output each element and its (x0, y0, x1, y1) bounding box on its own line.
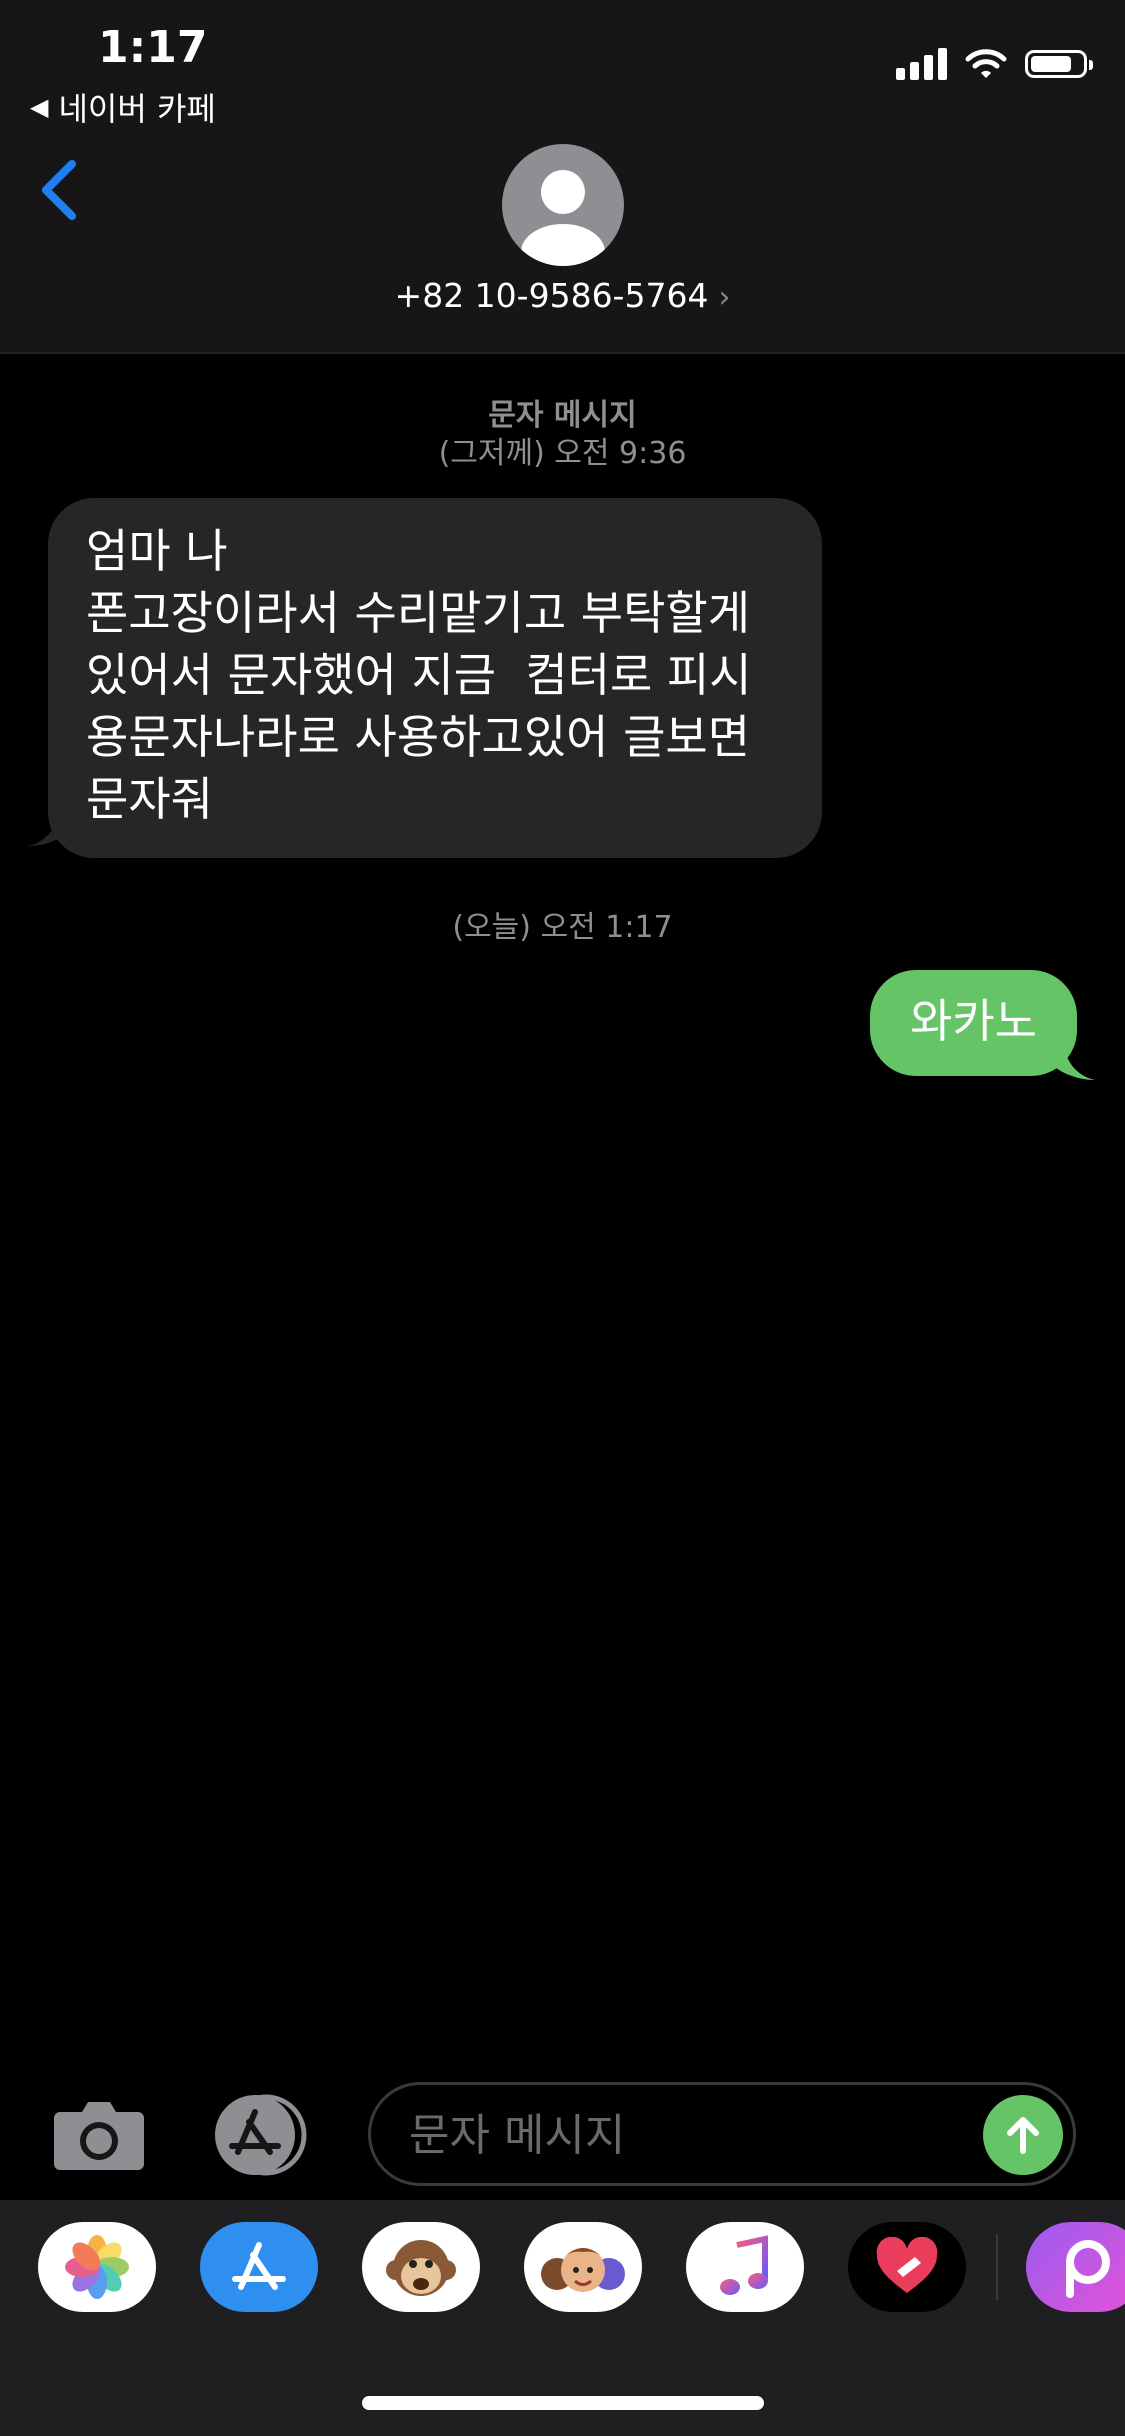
picsart-icon[interactable] (1026, 2222, 1125, 2312)
back-to-app-link[interactable]: ◀ 네이버 카페 (30, 84, 216, 130)
app-store-drawer-button[interactable] (208, 2094, 318, 2176)
contact-name-button[interactable]: +82 10-9586-5764 › (0, 276, 1125, 315)
music-icon[interactable] (686, 2222, 804, 2312)
back-chevron-icon[interactable] (30, 150, 90, 230)
messages-screen: 1:17 ◀ 네이버 카페 +82 10-9586-5764 › 문자 메시지 … (0, 0, 1125, 2436)
contact-avatar[interactable] (502, 144, 624, 266)
camera-icon[interactable] (52, 2098, 146, 2172)
status-time: 1:17 (98, 22, 208, 73)
timestamp-2: (오늘) 오전 1:17 (452, 910, 673, 945)
digital-touch-icon[interactable] (848, 2222, 966, 2312)
animoji-icon[interactable] (362, 2222, 480, 2312)
chevron-right-icon: › (718, 280, 731, 315)
conversation-header: 1:17 ◀ 네이버 카페 +82 10-9586-5764 › (0, 0, 1125, 354)
battery-icon (1025, 50, 1093, 78)
incoming-message-bubble[interactable]: 엄마 나 폰고장이라서 수리맡기고 부탁할게 있어서 문자했어 지금 컴터로 피… (48, 498, 822, 858)
back-triangle-icon: ◀ (30, 93, 49, 121)
cellular-signal-icon (896, 48, 947, 80)
arrow-up-icon (1007, 2117, 1039, 2154)
send-button[interactable] (983, 2095, 1063, 2175)
outgoing-message-bubble[interactable]: 와카노 (870, 970, 1077, 1076)
home-indicator[interactable] (362, 2396, 764, 2410)
status-indicators (896, 48, 1093, 80)
message-input-container[interactable] (368, 2082, 1076, 2186)
contact-number: +82 10-9586-5764 (394, 276, 709, 315)
back-app-label: 네이버 카페 (58, 90, 216, 128)
timestamp-1: (그저께) 오전 9:36 (438, 436, 687, 471)
app-store-icon[interactable] (200, 2222, 318, 2312)
drawer-divider (996, 2234, 998, 2300)
message-input[interactable] (407, 2103, 971, 2167)
wifi-icon (965, 49, 1007, 78)
memoji-icon[interactable] (524, 2222, 642, 2312)
photos-icon[interactable] (38, 2222, 156, 2312)
